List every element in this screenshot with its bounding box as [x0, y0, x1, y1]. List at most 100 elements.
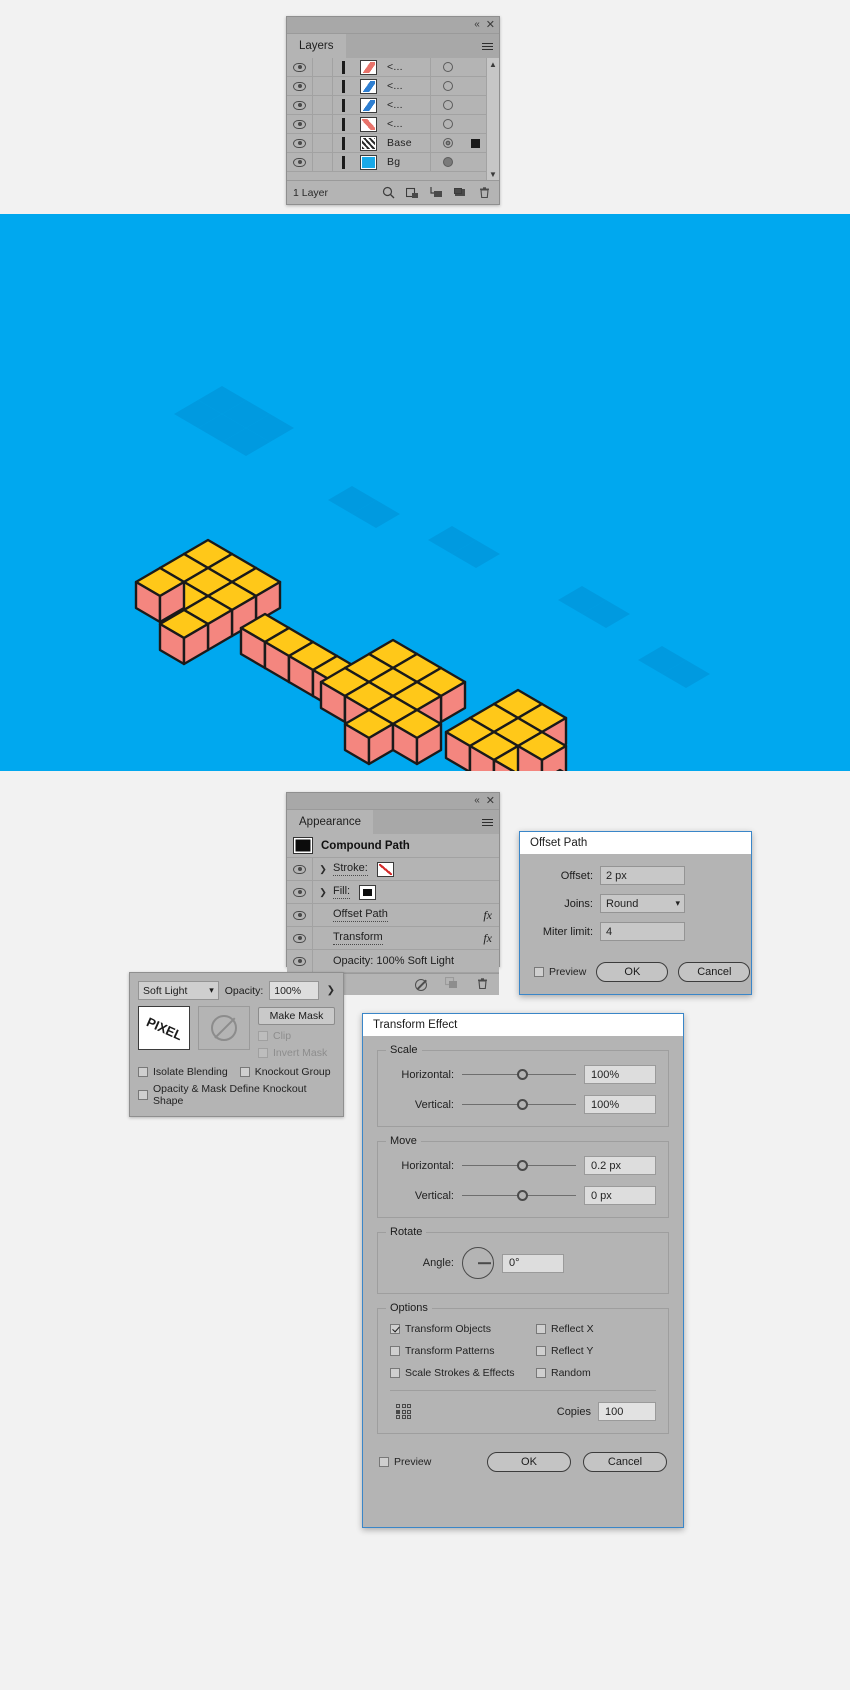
target-indicator[interactable]	[430, 115, 464, 133]
fx-icon[interactable]: fx	[483, 908, 499, 923]
duplicate-item-icon[interactable]	[444, 976, 458, 992]
lock-toggle[interactable]	[313, 153, 333, 171]
opacity-label[interactable]: Opacity: 100% Soft Light	[333, 955, 454, 967]
move-vertical-input[interactable]: 0 px	[584, 1186, 656, 1205]
transform-objects-row[interactable]: Transform Objects	[390, 1323, 536, 1335]
slider-knob[interactable]	[516, 1190, 528, 1201]
visibility-toggle[interactable]	[287, 96, 313, 114]
visibility-toggle[interactable]	[287, 858, 313, 880]
target-indicator[interactable]	[430, 153, 464, 171]
random-row[interactable]: Random	[536, 1367, 656, 1379]
random-checkbox[interactable]	[536, 1368, 546, 1378]
transform-objects-checkbox[interactable]	[390, 1324, 400, 1334]
transform-patterns-checkbox[interactable]	[390, 1346, 400, 1356]
scale-vertical-input[interactable]: 100%	[584, 1095, 656, 1114]
offset-path-label[interactable]: Offset Path	[333, 908, 388, 922]
fill-label[interactable]: Fill:	[333, 885, 351, 899]
visibility-toggle[interactable]	[287, 58, 313, 76]
slider-knob[interactable]	[516, 1160, 528, 1171]
layer-name[interactable]: <...	[383, 61, 430, 73]
make-sublayer-icon[interactable]	[405, 186, 419, 199]
target-indicator[interactable]	[430, 77, 464, 95]
close-icon[interactable]: ✕	[486, 795, 495, 807]
delete-item-icon[interactable]	[476, 977, 489, 993]
chevron-right-icon[interactable]: ❯	[313, 858, 333, 880]
visibility-toggle[interactable]	[287, 881, 313, 903]
target-indicator[interactable]	[430, 96, 464, 114]
stroke-label[interactable]: Stroke:	[333, 862, 368, 876]
scale-strokes-checkbox[interactable]	[390, 1368, 400, 1378]
mask-thumbnail[interactable]	[198, 1006, 250, 1050]
angle-dial[interactable]	[462, 1247, 494, 1279]
visibility-toggle[interactable]	[287, 927, 313, 949]
layer-name[interactable]: <...	[383, 80, 430, 92]
stroke-swatch[interactable]	[376, 861, 394, 877]
reflect-y-checkbox[interactable]	[536, 1346, 546, 1356]
ok-button[interactable]: OK	[596, 962, 669, 982]
clip-checkbox[interactable]	[258, 1031, 268, 1041]
make-mask-button[interactable]: Make Mask	[258, 1007, 335, 1025]
preview-checkbox[interactable]	[534, 967, 544, 977]
tab-layers[interactable]: Layers	[287, 34, 346, 58]
reflect-x-row[interactable]: Reflect X	[536, 1323, 656, 1335]
isolate-blending-checkbox[interactable]	[138, 1067, 148, 1077]
opacity-stepper-icon[interactable]: ❯	[325, 985, 335, 996]
preview-row[interactable]: Preview	[379, 1456, 431, 1468]
panel-menu-icon[interactable]	[481, 810, 499, 834]
preview-checkbox[interactable]	[379, 1457, 389, 1467]
delete-selection-icon[interactable]	[478, 186, 491, 199]
reflect-x-checkbox[interactable]	[536, 1324, 546, 1334]
appearance-row-transform[interactable]: Transform fx	[287, 927, 499, 950]
artwork-thumbnail[interactable]: PIXEL	[138, 1006, 190, 1050]
locate-object-icon[interactable]	[382, 186, 395, 199]
miter-limit-input[interactable]: 4	[600, 922, 685, 941]
visibility-toggle[interactable]	[287, 115, 313, 133]
knockout-group-row[interactable]: Knockout Group	[239, 1066, 331, 1078]
artboard-canvas[interactable]	[0, 214, 850, 771]
visibility-toggle[interactable]	[287, 950, 313, 972]
invert-mask-checkbox[interactable]	[258, 1048, 268, 1058]
appearance-row-offset-path[interactable]: Offset Path fx	[287, 904, 499, 927]
visibility-toggle[interactable]	[287, 904, 313, 926]
tab-appearance[interactable]: Appearance	[287, 810, 374, 834]
target-indicator[interactable]	[430, 134, 464, 152]
preview-row[interactable]: Preview	[534, 966, 586, 978]
panel-menu-icon[interactable]	[481, 34, 499, 58]
target-indicator[interactable]	[430, 58, 464, 76]
transform-label[interactable]: Transform	[333, 931, 383, 945]
cancel-button[interactable]: Cancel	[583, 1452, 667, 1472]
lock-toggle[interactable]	[313, 115, 333, 133]
visibility-toggle[interactable]	[287, 77, 313, 95]
invert-mask-checkbox-row[interactable]: Invert Mask	[258, 1047, 335, 1059]
create-new-sublayer-icon[interactable]	[430, 186, 443, 199]
layer-name[interactable]: <...	[383, 99, 430, 111]
transform-origin-icon[interactable]	[396, 1404, 411, 1419]
appearance-row-fill[interactable]: ❯ Fill:	[287, 881, 499, 904]
table-row[interactable]: <...	[287, 77, 486, 96]
lock-toggle[interactable]	[313, 96, 333, 114]
ok-button[interactable]: OK	[487, 1452, 571, 1472]
copies-input[interactable]: 100	[598, 1402, 656, 1421]
table-row[interactable]: Bg	[287, 153, 486, 172]
cancel-button[interactable]: Cancel	[678, 962, 751, 982]
visibility-toggle[interactable]	[287, 153, 313, 171]
scale-strokes-row[interactable]: Scale Strokes & Effects	[390, 1367, 536, 1379]
scroll-down-icon[interactable]: ▼	[489, 168, 497, 180]
table-row[interactable]: Base	[287, 134, 486, 153]
angle-input[interactable]: 0°	[502, 1253, 564, 1273]
clear-appearance-icon[interactable]	[415, 978, 427, 991]
create-new-layer-icon[interactable]	[454, 186, 467, 199]
clip-checkbox-row[interactable]: Clip	[258, 1030, 335, 1042]
lock-toggle[interactable]	[313, 77, 333, 95]
layer-name[interactable]: <...	[383, 118, 430, 130]
move-vertical-slider[interactable]	[462, 1189, 576, 1203]
fx-icon[interactable]: fx	[483, 931, 499, 946]
collapse-panel-icon[interactable]: «	[474, 20, 479, 30]
scroll-up-icon[interactable]: ▲	[489, 58, 497, 70]
opacity-mask-knockout-checkbox[interactable]	[138, 1090, 148, 1100]
opacity-mask-knockout-row[interactable]: Opacity & Mask Define Knockout Shape	[138, 1083, 335, 1107]
table-row[interactable]: <...	[287, 115, 486, 134]
blend-mode-select[interactable]: Soft Light ▾	[138, 981, 219, 1000]
layers-scrollbar[interactable]: ▲ ▼	[486, 58, 499, 180]
appearance-row-stroke[interactable]: ❯ Stroke:	[287, 858, 499, 881]
